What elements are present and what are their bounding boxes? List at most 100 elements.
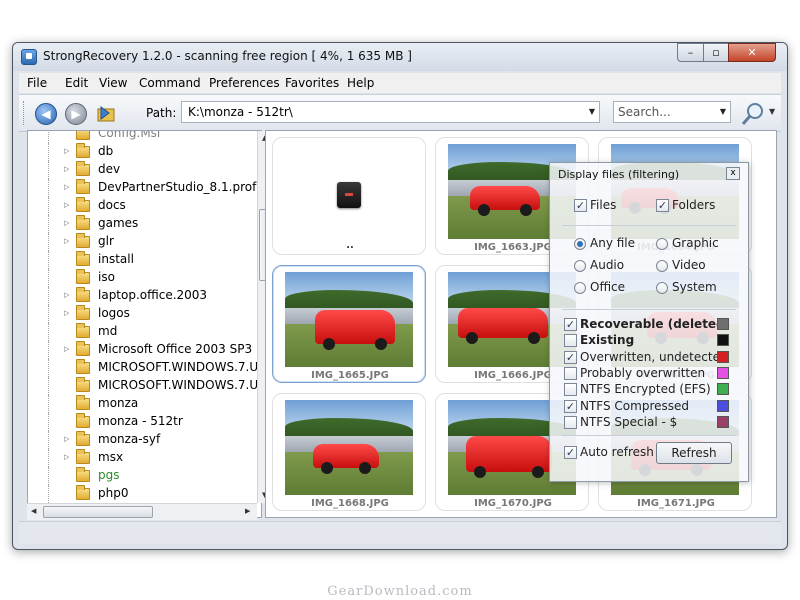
tree-connector bbox=[48, 305, 50, 323]
search-box[interactable]: ▼ bbox=[613, 101, 731, 123]
back-arrow-icon[interactable]: ◀ bbox=[35, 103, 57, 125]
tree-item[interactable]: ▷ docs bbox=[28, 197, 250, 215]
toolbar: ◀ ▶ Path: K:\monza - 512tr\ ▼ ▼ ▼ bbox=[19, 94, 781, 132]
expand-arrow-icon[interactable]: ▷ bbox=[64, 201, 69, 209]
expand-arrow-icon[interactable]: ▷ bbox=[64, 291, 69, 299]
tree-connector bbox=[48, 323, 50, 341]
folders-label: Folders bbox=[672, 198, 716, 212]
expand-arrow-icon[interactable]: ▷ bbox=[64, 345, 69, 353]
files-checkbox[interactable]: ✓ bbox=[574, 199, 587, 212]
file-type-radio[interactable] bbox=[656, 260, 668, 272]
file-type-radio[interactable] bbox=[574, 260, 586, 272]
title-bar[interactable]: StrongRecovery 1.2.0 - scanning free reg… bbox=[13, 43, 787, 71]
tree-item[interactable]: ▷ db bbox=[28, 143, 250, 161]
tree-item[interactable]: monza bbox=[28, 395, 250, 413]
tree-item[interactable]: MICROSOFT.WINDOWS.7.ULT bbox=[28, 377, 261, 395]
file-thumbnail[interactable]: .. bbox=[272, 137, 426, 255]
tree-item[interactable]: ▷ Microsoft Office 2003 SP3 Pro bbox=[28, 341, 261, 359]
tree-item[interactable]: ▷ msx bbox=[28, 449, 250, 467]
toolbar-grip[interactable] bbox=[23, 101, 27, 125]
folders-checkbox[interactable]: ✓ bbox=[656, 199, 669, 212]
file-type-radio[interactable] bbox=[574, 282, 586, 294]
tree-item[interactable]: install bbox=[28, 251, 250, 269]
expand-arrow-icon[interactable]: ▷ bbox=[64, 147, 69, 155]
file-state-checkbox[interactable]: ✓ bbox=[564, 318, 577, 331]
tree-connector bbox=[48, 233, 50, 251]
search-dropdown-icon[interactable]: ▼ bbox=[720, 107, 726, 116]
tree-item[interactable]: pgs bbox=[28, 467, 250, 485]
window-title: StrongRecovery 1.2.0 - scanning free reg… bbox=[43, 49, 412, 63]
scroll-left-icon[interactable]: ◀ bbox=[31, 507, 36, 515]
file-type-radio[interactable] bbox=[656, 282, 668, 294]
expand-arrow-icon[interactable]: ▷ bbox=[64, 453, 69, 461]
folder-icon bbox=[76, 215, 90, 230]
menu-view[interactable]: View bbox=[99, 76, 127, 90]
menu-preferences[interactable]: Preferences bbox=[209, 76, 280, 90]
tree-item[interactable]: Config.Msi bbox=[28, 131, 250, 143]
folder-icon bbox=[76, 197, 90, 212]
menu-command[interactable]: Command bbox=[139, 76, 201, 90]
auto-refresh-checkbox[interactable]: ✓ bbox=[564, 446, 577, 459]
file-type-radio[interactable] bbox=[574, 238, 586, 250]
chevron-down-icon[interactable]: ▼ bbox=[589, 107, 595, 116]
folder-icon bbox=[76, 287, 90, 302]
maximize-button[interactable]: ▫ bbox=[703, 43, 729, 62]
file-state-checkbox[interactable] bbox=[564, 415, 577, 429]
tree-item[interactable]: monza - 512tr bbox=[28, 413, 250, 431]
expand-arrow-icon[interactable]: ▷ bbox=[64, 237, 69, 245]
folder-icon bbox=[76, 251, 90, 266]
file-state-label: NTFS Compressed bbox=[580, 398, 690, 413]
refresh-folder-icon[interactable] bbox=[95, 103, 119, 125]
tree-item[interactable]: ▷ games bbox=[28, 215, 250, 233]
close-icon[interactable]: x bbox=[726, 167, 740, 180]
close-button[interactable]: ✕ bbox=[728, 43, 776, 62]
tree-item[interactable]: ▷ DevPartnerStudio_8.1.professi bbox=[28, 179, 261, 197]
search-input[interactable] bbox=[618, 104, 706, 120]
menu-edit[interactable]: Edit bbox=[65, 76, 88, 90]
menu-help[interactable]: Help bbox=[347, 76, 374, 90]
tree-connector bbox=[48, 215, 50, 233]
file-state-checkbox[interactable] bbox=[564, 366, 577, 380]
tree-horizontal-scrollbar[interactable]: ◀ ▶ bbox=[27, 503, 257, 520]
tree-item[interactable]: ▷ dev bbox=[28, 161, 250, 179]
tree-item-label: monza - 512tr bbox=[98, 414, 183, 428]
tree-item[interactable]: iso bbox=[28, 269, 250, 287]
tree-item[interactable]: ▷ glr bbox=[28, 233, 250, 251]
file-thumbnail[interactable]: IMG_1668.JPG bbox=[272, 393, 426, 511]
path-value: K:\monza - 512tr\ bbox=[188, 105, 293, 119]
expand-arrow-icon[interactable]: ▷ bbox=[64, 435, 69, 443]
expand-arrow-icon[interactable]: ▷ bbox=[64, 165, 69, 173]
file-type-radio[interactable] bbox=[656, 238, 668, 250]
search-options-icon[interactable]: ▼ bbox=[769, 107, 775, 116]
expand-arrow-icon[interactable]: ▷ bbox=[64, 183, 69, 191]
dialog-separator bbox=[562, 435, 736, 436]
tree-item-label: php0 bbox=[98, 486, 129, 500]
expand-arrow-icon[interactable]: ▷ bbox=[64, 219, 69, 227]
file-type-label: Audio bbox=[590, 258, 625, 272]
file-thumbnail[interactable]: IMG_1665.JPG bbox=[272, 265, 426, 383]
path-combobox[interactable]: K:\monza - 512tr\ ▼ bbox=[181, 101, 600, 123]
tree-item[interactable]: MICROSOFT.WINDOWS.7.ULT bbox=[28, 359, 261, 377]
refresh-button[interactable]: Refresh bbox=[656, 442, 732, 464]
file-state-checkbox[interactable] bbox=[564, 383, 577, 397]
file-state-checkbox[interactable] bbox=[564, 334, 577, 348]
forward-arrow-icon[interactable]: ▶ bbox=[65, 103, 87, 125]
tree-connector bbox=[48, 131, 50, 143]
menu-favorites[interactable]: Favorites bbox=[285, 76, 339, 90]
tree-connector bbox=[48, 359, 50, 377]
expand-arrow-icon[interactable]: ▷ bbox=[64, 309, 69, 317]
tree-item[interactable]: ▷ monza-syf bbox=[28, 431, 250, 449]
tree-item-label: games bbox=[98, 216, 139, 230]
file-state-checkbox[interactable]: ✓ bbox=[564, 350, 577, 364]
tree-item[interactable]: md bbox=[28, 323, 250, 341]
tree-item[interactable]: ▷ laptop.office.2003 bbox=[28, 287, 250, 305]
tree-item-label: pgs bbox=[98, 468, 120, 482]
tree-item[interactable]: ▷ logos bbox=[28, 305, 250, 323]
menu-file[interactable]: File bbox=[27, 76, 47, 90]
tree-horizontal-thumb[interactable] bbox=[43, 506, 153, 518]
scroll-right-icon[interactable]: ▶ bbox=[245, 507, 250, 515]
minimize-button[interactable]: – bbox=[677, 43, 704, 62]
magnifier-icon[interactable] bbox=[741, 102, 765, 126]
file-state-checkbox[interactable]: ✓ bbox=[564, 399, 577, 413]
tree-item[interactable]: php0 bbox=[28, 485, 250, 503]
